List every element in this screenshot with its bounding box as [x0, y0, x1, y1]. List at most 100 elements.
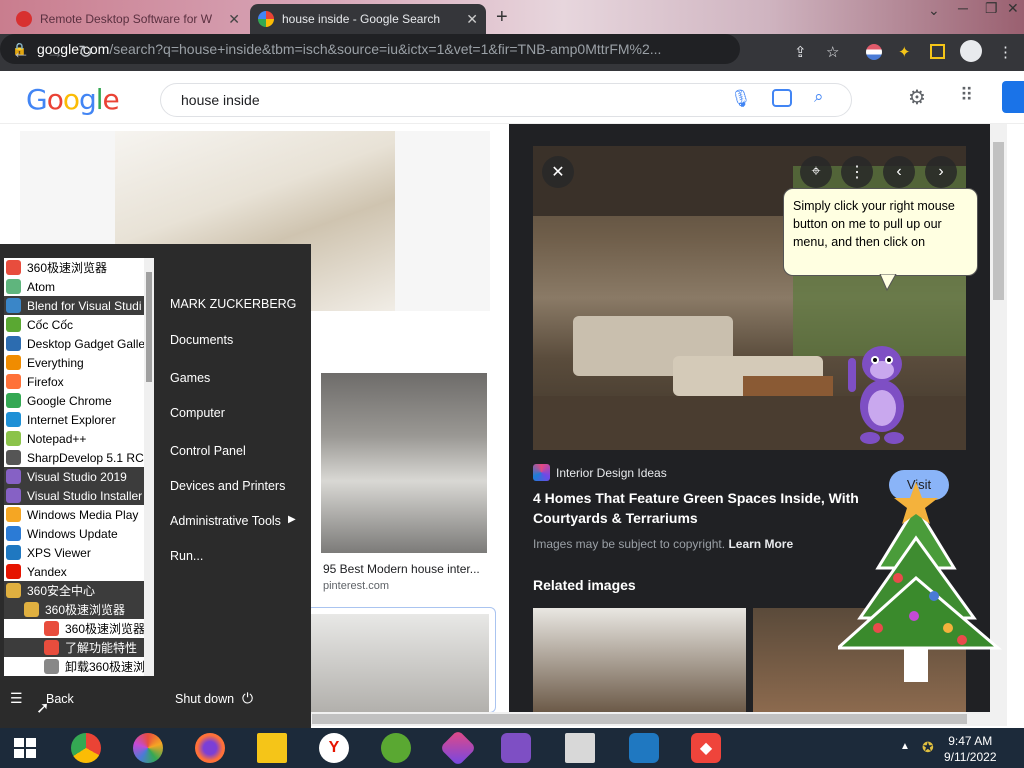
settings-gear-icon[interactable]: ⚙ [908, 85, 926, 110]
power-icon[interactable]: ⏻ [242, 690, 253, 707]
program-list-scrollbar[interactable] [144, 258, 154, 676]
start-games[interactable]: Games [170, 371, 210, 385]
more-options-icon[interactable]: ⋮ [841, 156, 873, 188]
program-item[interactable]: Atom [4, 277, 154, 296]
program-item[interactable]: 360极速浏览器 [4, 619, 154, 638]
program-item[interactable]: 卸载360极速浏览器 [4, 657, 154, 676]
program-icon [6, 355, 21, 370]
program-label: SharpDevelop 5.1 RC [27, 450, 144, 465]
xps-icon[interactable] [629, 733, 659, 763]
program-item[interactable]: Google Chrome [4, 391, 154, 410]
forward-arrow-icon[interactable]: → [46, 42, 64, 63]
next-arrow-icon[interactable]: › [925, 156, 957, 188]
search-icon[interactable]: ⌕ [814, 87, 824, 107]
address-bar[interactable]: 🔒 google.com/search?q=house+inside&tbm=i… [0, 34, 740, 64]
start-documents[interactable]: Documents [170, 333, 233, 347]
bonzi-icon[interactable] [501, 733, 531, 763]
shut-down-button[interactable]: Shut down [175, 692, 234, 706]
program-item[interactable]: Windows Update [4, 524, 154, 543]
program-item[interactable]: Cốc Cốc [4, 315, 154, 334]
tab-search-icon[interactable]: ⌄ [928, 2, 940, 19]
chrome-icon[interactable] [71, 733, 101, 763]
program-label: 卸载360极速浏览器 [65, 660, 154, 674]
result-image-3[interactable] [310, 614, 489, 712]
program-item[interactable]: Windows Media Play [4, 505, 154, 524]
program-item[interactable]: XPS Viewer [4, 543, 154, 562]
horizontal-scroll-thumb[interactable] [312, 714, 967, 724]
firefox-icon[interactable] [195, 733, 225, 763]
voice-search-mic-icon[interactable]: 🎙 [730, 89, 752, 109]
anydesk-icon[interactable]: ◆ [691, 733, 721, 763]
start-computer[interactable]: Computer [170, 406, 225, 420]
anydesk-favicon-icon [16, 11, 32, 27]
tab-google-search[interactable]: house inside - Google Search ✕ [250, 4, 486, 34]
bonzi-buddy-character[interactable] [842, 336, 912, 446]
file-explorer-icon[interactable] [257, 733, 287, 763]
apps-grid-icon[interactable]: ⠿ [960, 85, 973, 106]
sign-in-button[interactable] [1002, 81, 1024, 113]
all-programs-list-icon: ☰ [10, 690, 23, 706]
preview-title[interactable]: 4 Homes That Feature Green Spaces Inside… [533, 488, 873, 528]
program-item[interactable]: SharpDevelop 5.1 RC [4, 448, 154, 467]
program-item[interactable]: 了解功能特性 [4, 638, 154, 657]
start-control-panel[interactable]: Control Panel [170, 444, 246, 458]
close-window-icon[interactable]: ✕ [1007, 0, 1019, 17]
program-item[interactable]: Desktop Gadget Galle [4, 334, 154, 353]
new-tab-icon[interactable]: + [496, 6, 508, 29]
program-item[interactable]: Internet Explorer [4, 410, 154, 429]
minimize-icon[interactable]: ─ [958, 0, 968, 16]
program-icon [6, 393, 21, 408]
learn-more-link[interactable]: Learn More [728, 537, 793, 551]
program-folder[interactable]: 360安全中心 [4, 581, 154, 600]
start-devices-printers[interactable]: Devices and Printers [170, 479, 285, 493]
program-folder[interactable]: 360极速浏览器 [4, 600, 154, 619]
profile-avatar[interactable] [960, 40, 982, 62]
tab-remote-desktop[interactable]: Remote Desktop Software for W ✕ [8, 4, 248, 34]
bookmark-star-icon[interactable]: ☆ [826, 43, 839, 61]
restore-icon[interactable]: ❐ [985, 0, 998, 17]
program-item[interactable]: Yandex [4, 562, 154, 581]
related-image-1[interactable] [533, 608, 746, 712]
program-item[interactable]: Visual Studio Installer [4, 486, 154, 505]
program-item[interactable]: Firefox [4, 372, 154, 391]
extension-flag-icon[interactable] [866, 44, 882, 60]
yandex-icon[interactable]: Y [319, 733, 349, 763]
program-item[interactable]: Everything [4, 353, 154, 372]
start-administrative-tools[interactable]: Administrative Tools [170, 514, 281, 528]
lens-camera-icon[interactable] [772, 89, 792, 107]
side-panel-icon[interactable] [930, 44, 945, 59]
program-item[interactable]: Visual Studio 2019 [4, 467, 154, 486]
show-hidden-icons-icon[interactable]: ▲ [900, 741, 910, 752]
clock[interactable]: 9:47 AM 9/11/2022 [944, 733, 997, 765]
back-label: Back [46, 692, 74, 706]
previous-arrow-icon[interactable]: ‹ [883, 156, 915, 188]
coc-coc-icon[interactable] [381, 733, 411, 763]
program-label: Visual Studio 2019 [27, 469, 127, 484]
result-image-2[interactable] [321, 373, 487, 553]
pinwheel-icon[interactable] [133, 733, 163, 763]
submenu-arrow-icon: ▶ [288, 514, 296, 525]
reload-icon[interactable]: ↻ [78, 42, 93, 63]
menu-dots-icon[interactable]: ⋮ [998, 43, 1013, 61]
program-item[interactable]: 360极速浏览器 [4, 258, 154, 277]
program-list-scroll-thumb[interactable] [146, 272, 152, 382]
result-title[interactable]: 95 Best Modern house inter... [323, 562, 480, 576]
program-item[interactable]: Notepad++ [4, 429, 154, 448]
close-preview-icon[interactable]: ✕ [542, 156, 574, 188]
source-name[interactable]: Interior Design Ideas [556, 466, 667, 480]
google-logo[interactable]: Google [26, 83, 120, 116]
start-user-name[interactable]: MARK ZUCKERBERG [170, 297, 296, 311]
start-back-bar[interactable]: ☰ Back [0, 686, 154, 712]
back-arrow-icon[interactable]: ← [12, 42, 30, 63]
vertical-scroll-thumb[interactable] [993, 142, 1004, 300]
windows-start-icon[interactable] [14, 738, 36, 758]
close-tab-icon[interactable]: ✕ [222, 11, 240, 28]
close-tab-icon[interactable]: ✕ [460, 11, 478, 28]
tray-app-icon[interactable]: ✪ [922, 739, 934, 756]
program-item[interactable]: Blend for Visual Studi [4, 296, 154, 315]
printer-icon[interactable] [565, 733, 595, 763]
extensions-puzzle-icon[interactable]: ✦ [898, 43, 911, 61]
lens-search-icon[interactable]: ⌖ [800, 156, 832, 188]
share-icon[interactable]: ⇪ [794, 43, 807, 61]
start-run[interactable]: Run... [170, 549, 203, 563]
